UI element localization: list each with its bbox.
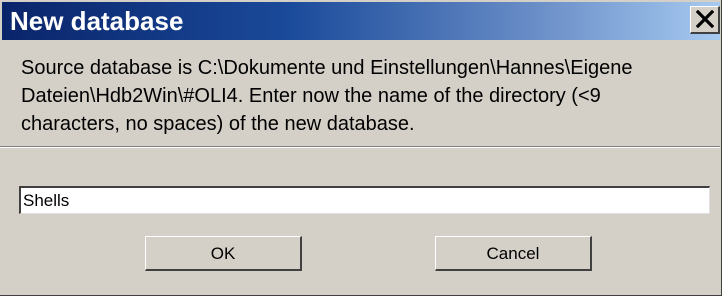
dialog-message: Source database is C:\Dokumente und Eins… <box>21 57 639 135</box>
window-title: New database <box>10 6 184 36</box>
ok-button[interactable]: OK <box>145 236 302 271</box>
title-bar[interactable]: New database <box>2 2 720 40</box>
close-icon <box>696 10 714 28</box>
close-button[interactable] <box>690 6 720 34</box>
divider <box>0 146 720 148</box>
cancel-button[interactable]: Cancel <box>435 236 592 271</box>
new-database-dialog: New database Source database is C:\Dokum… <box>0 0 722 296</box>
directory-name-input[interactable] <box>19 186 710 214</box>
